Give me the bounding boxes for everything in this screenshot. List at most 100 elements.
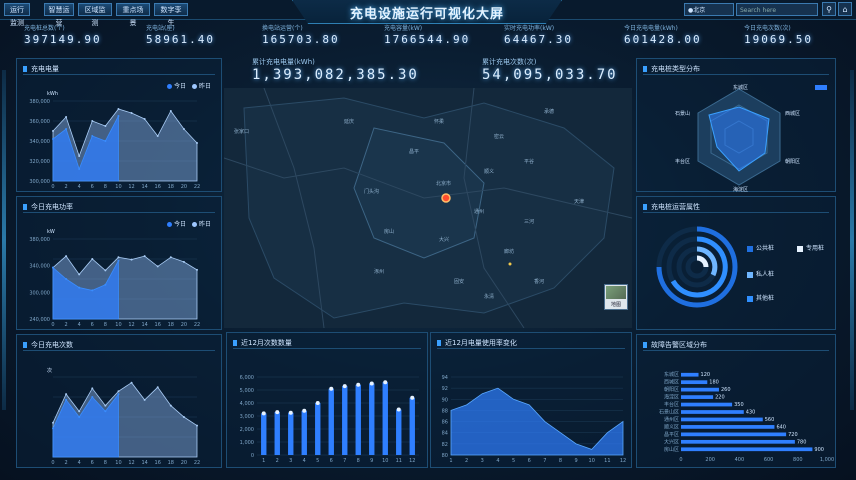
- bar: [681, 387, 719, 392]
- map-label: 天津: [574, 199, 585, 205]
- map-label: 延庆: [344, 119, 355, 125]
- nav-item-monitor[interactable]: 运行监测: [4, 3, 30, 27]
- ring-legend-item: 公共桩: [747, 243, 774, 252]
- data-point: [91, 120, 94, 122]
- data-point: [91, 396, 94, 398]
- x-tick-label: 0: [51, 184, 54, 190]
- nav-item-scene[interactable]: 重点场景: [116, 3, 150, 27]
- y-tick-label: 3,000: [240, 414, 254, 420]
- x-tick-label: 4: [303, 458, 306, 464]
- data-point: [196, 142, 198, 144]
- power-chart: 380,000 340,000 300,000 240,0000 2 4 6 8 10 12 14 1…: [29, 237, 200, 328]
- x-tick-label: 7: [343, 458, 346, 464]
- data-point: [196, 424, 198, 427]
- x-tick-label: 5: [512, 458, 515, 464]
- data-point: [91, 258, 94, 260]
- y-tick-label: 顺义区: [664, 424, 679, 430]
- x-tick-label: 20: [181, 184, 187, 190]
- x-tick-label: 6: [330, 458, 333, 464]
- data-point: [91, 387, 94, 390]
- y-tick-label: 360,000: [29, 119, 50, 125]
- y-tick-label: 0: [251, 453, 254, 459]
- home-icon[interactable]: ⌂: [838, 2, 852, 16]
- data-point: [169, 110, 172, 112]
- nav-item-region[interactable]: 区域监测: [78, 3, 112, 27]
- x-tick-label: 10: [115, 460, 121, 466]
- nav-item-ops[interactable]: 智慧运营: [44, 3, 74, 27]
- data-point: [169, 404, 172, 407]
- usage-rate-chart: 94929088868482801 2 3 4 5 6 7 8 9 10 11 12: [442, 375, 627, 464]
- area-select[interactable]: ●北京: [684, 3, 734, 16]
- data-point: [65, 393, 68, 396]
- x-tick-label: 4: [78, 322, 81, 328]
- bar-cap: [356, 382, 361, 387]
- bar-cap: [302, 408, 307, 413]
- data-point: [78, 286, 81, 289]
- bar-cap: [288, 410, 293, 415]
- data-point: [169, 256, 172, 259]
- map-label: 密云: [494, 134, 505, 140]
- legend-swatch: [747, 245, 753, 252]
- data-label: 180: [709, 380, 719, 386]
- x-tick-label: 2: [276, 458, 279, 464]
- y-tick-label: 石景山区: [659, 408, 679, 415]
- data-point: [65, 116, 68, 118]
- x-tick-label: 9: [370, 458, 373, 464]
- stat-label: 充电站(座): [146, 25, 175, 32]
- bar: [681, 410, 744, 414]
- search-input[interactable]: Search here: [736, 3, 818, 16]
- map-label: 三河: [524, 219, 535, 225]
- data-label: 780: [797, 439, 807, 445]
- bar: [315, 403, 321, 455]
- stat-value: 64467.30: [504, 33, 573, 46]
- data-point: [182, 416, 185, 418]
- map-label: 北京市: [436, 181, 452, 187]
- x-tick-label: 16: [155, 460, 161, 466]
- y-tick-label: 380,000: [29, 99, 50, 105]
- map-label: 廊坊: [504, 249, 515, 255]
- bar-cap: [410, 395, 415, 400]
- data-point: [104, 140, 107, 142]
- bar-cap: [342, 384, 347, 389]
- map-view[interactable]: 张家口 延庆 怀柔 密云 承德 昌平 顺义 平谷 门头沟 北京市 通州 房山 大…: [224, 88, 632, 328]
- map-thumbnail: [606, 286, 626, 299]
- y-tick-label: 房山区: [664, 446, 679, 453]
- x-tick-label: 1: [262, 458, 265, 464]
- bar: [681, 380, 708, 385]
- map-marker[interactable]: [441, 193, 451, 203]
- y-tick-label: 1,000: [240, 440, 254, 446]
- x-tick-label: 1,000: [820, 457, 834, 463]
- ring-arc: [696, 255, 709, 268]
- data-point: [156, 135, 159, 137]
- map-label: 顺义: [484, 169, 495, 175]
- map-layer-label: 地图: [610, 302, 621, 308]
- map-layer-toggle[interactable]: 地图: [604, 284, 628, 310]
- x-tick-label: 11: [604, 458, 610, 464]
- x-tick-label: 8: [559, 458, 562, 464]
- y-tick-label: 昌平区: [664, 432, 679, 438]
- stat-label: 实时充电功率(kW): [504, 25, 555, 32]
- radar-label: 朝阳区: [785, 158, 800, 165]
- alarm-chart: 东城区 120 西城区 180 朝阳区 260 海淀区 220 丰台区 350 石景山区 430 通州区…: [659, 371, 834, 463]
- y-tick-label: 84: [442, 431, 448, 437]
- data-point: [104, 283, 107, 286]
- data-point: [52, 421, 54, 424]
- x-tick-label: 4: [78, 184, 81, 190]
- map-marker[interactable]: [508, 262, 512, 266]
- map-label: 平谷: [524, 159, 535, 165]
- y-tick-label: 88: [442, 408, 448, 414]
- y-tick-label: 340,000: [29, 264, 50, 270]
- y-tick-label: 海淀区: [664, 394, 679, 401]
- ring-legend-label: 公共桩: [756, 245, 775, 252]
- user-icon[interactable]: ⚲: [822, 2, 836, 16]
- radar-label: 东城区: [733, 84, 748, 91]
- bar-cap: [275, 410, 280, 415]
- data-point: [104, 125, 107, 127]
- data-label: 640: [776, 424, 786, 430]
- data-point: [78, 155, 81, 157]
- nav-item-twin[interactable]: 数字孪生: [154, 3, 188, 27]
- data-point: [52, 130, 54, 132]
- stat-energy-today: 今日充电电量(kWh) 601428.00: [624, 25, 702, 47]
- stat-value: 1766544.90: [384, 33, 471, 46]
- map-label: 通州: [474, 209, 485, 215]
